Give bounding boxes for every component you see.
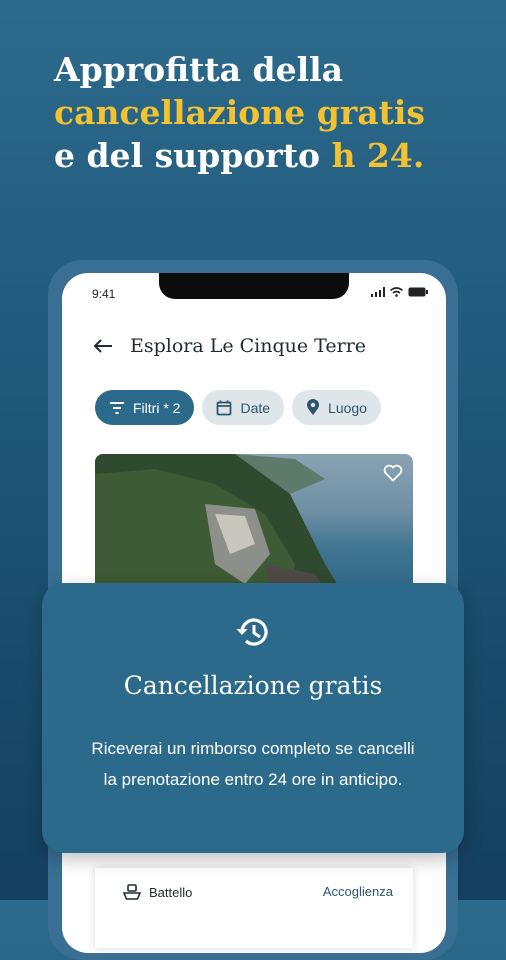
history-icon — [236, 618, 268, 646]
status-icons — [371, 287, 428, 297]
chip-filters[interactable]: Filtri * 2 — [95, 390, 195, 425]
signal-icon — [371, 287, 385, 297]
page-title: Esplora Le Cinque Terre — [130, 335, 367, 357]
card-category-label: Battello — [149, 885, 193, 900]
battery-icon — [408, 287, 428, 297]
chip-date[interactable]: Date — [202, 390, 285, 425]
status-time: 9:41 — [92, 287, 116, 301]
chip-location[interactable]: Luogo — [292, 390, 381, 425]
boat-icon — [123, 884, 141, 900]
chip-filters-label: Filtri * 2 — [133, 399, 181, 416]
location-pin-icon — [307, 399, 320, 415]
chip-location-label: Luogo — [328, 399, 367, 416]
card-tag: Accoglienza — [322, 884, 393, 899]
calendar-icon — [217, 400, 232, 415]
phone-notch — [159, 273, 349, 299]
headline-line-2: cancellazione gratis — [54, 93, 425, 132]
wifi-icon — [390, 287, 403, 297]
overlay-description: Riceverai un rimborso completo se cancel… — [91, 739, 415, 789]
filter-chips: Filtri * 2 Date Luogo — [95, 390, 381, 425]
arrow-left-icon[interactable] — [92, 335, 114, 357]
card-category: Battello — [123, 884, 192, 901]
experience-card-footer[interactable]: Battello Accoglienza — [95, 868, 413, 948]
overlay-title: Cancellazione gratis — [123, 671, 383, 700]
chip-date-label: Date — [240, 399, 271, 416]
headline-line-3-prefix: e del supporto — [54, 136, 332, 175]
app-header: Esplora Le Cinque Terre — [92, 335, 366, 357]
headline-line-1: Approfitta della — [54, 50, 344, 89]
free-cancellation-card: Cancellazione gratis Riceverai un rimbor… — [42, 583, 464, 853]
heart-icon[interactable] — [383, 464, 403, 482]
headline-line-3-highlight: h 24. — [331, 136, 425, 175]
headline: Approfitta della cancellazione gratis e … — [54, 48, 484, 177]
filter-icon — [110, 401, 124, 414]
headline-line-3: e del supporto h 24. — [54, 134, 484, 177]
